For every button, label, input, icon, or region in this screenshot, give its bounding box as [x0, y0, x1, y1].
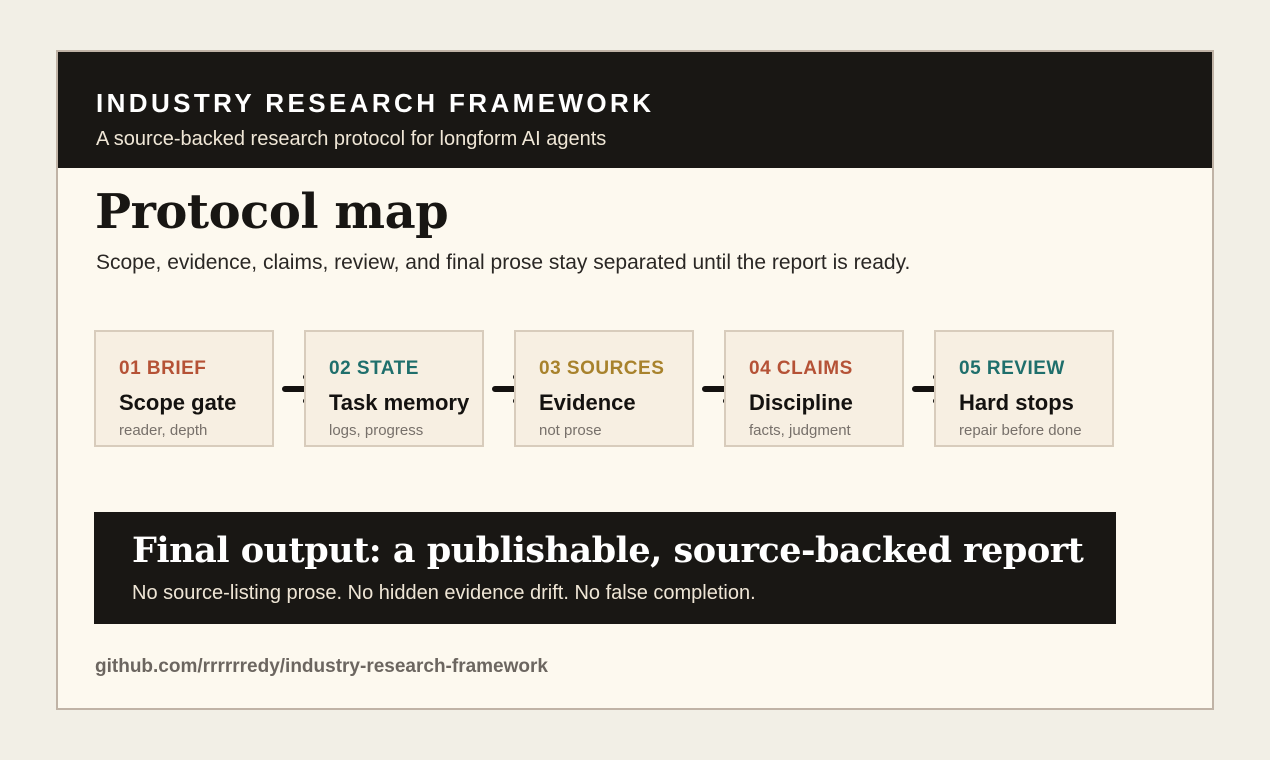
repo-link[interactable]: github.com/rrrrrredy/industry-research-f…: [95, 656, 548, 678]
page-subtitle: Scope, evidence, claims, review, and fin…: [96, 251, 911, 274]
final-output-subtitle: No source-listing prose. No hidden evide…: [132, 582, 756, 604]
step-title: Scope gate: [119, 390, 237, 415]
step-claims: 04 CLAIMS Discipline facts, judgment: [724, 330, 904, 447]
header-banner: INDUSTRY RESEARCH FRAMEWORK A source-bac…: [58, 52, 1212, 168]
step-number: 03 SOURCES: [539, 358, 665, 379]
step-number: 01 BRIEF: [119, 358, 207, 379]
step-review: 05 REVIEW Hard stops repair before done: [934, 330, 1114, 447]
step-note: facts, judgment: [749, 422, 851, 439]
protocol-card: INDUSTRY RESEARCH FRAMEWORK A source-bac…: [56, 50, 1214, 710]
final-output-title: Final output: a publishable, source-back…: [132, 530, 1084, 571]
step-note: repair before done: [959, 422, 1082, 439]
step-number: 02 STATE: [329, 358, 419, 379]
header-subtitle: A source-backed research protocol for lo…: [96, 128, 607, 150]
step-title: Evidence: [539, 390, 636, 415]
page-title: Protocol map: [95, 184, 449, 240]
step-title: Discipline: [749, 390, 853, 415]
final-output-banner: Final output: a publishable, source-back…: [94, 512, 1116, 624]
step-note: not prose: [539, 422, 602, 439]
step-note: logs, progress: [329, 422, 424, 439]
step-note: reader, depth: [119, 422, 208, 439]
step-number: 04 CLAIMS: [749, 358, 853, 379]
step-title: Task memory: [329, 390, 470, 415]
step-sources: 03 SOURCES Evidence not prose: [514, 330, 694, 447]
step-state: 02 STATE Task memory logs, progress: [304, 330, 484, 447]
step-number: 05 REVIEW: [959, 358, 1065, 379]
step-brief: 01 BRIEF Scope gate reader, depth: [94, 330, 274, 447]
step-title: Hard stops: [959, 390, 1074, 415]
header-title: INDUSTRY RESEARCH FRAMEWORK: [96, 88, 655, 118]
